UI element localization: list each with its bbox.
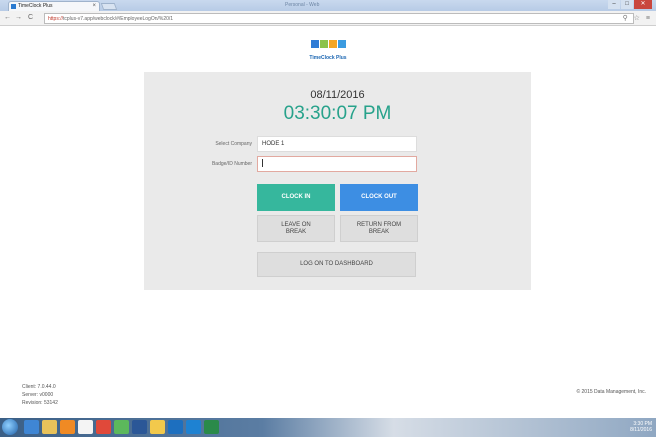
leave-on-break-label: LEAVE ON BREAK [281,221,311,235]
media-icon[interactable] [60,420,75,434]
badge-id-input[interactable] [257,156,417,172]
clock-panel: 08/11/2016 03:30:07 PM Select Company HO… [144,72,531,290]
return-from-break-button[interactable]: RETURN FROM BREAK [340,215,418,242]
explorer-icon[interactable] [42,420,57,434]
chrome-icon[interactable] [96,420,111,434]
new-tab-button[interactable] [100,3,118,10]
excel-icon[interactable] [204,420,219,434]
tab-title: TimeClock Plus [18,3,53,9]
leave-on-break-button[interactable]: LEAVE ON BREAK [257,215,335,242]
browser-toolbar: ← → C https://tcplus-v7.app/webclock/#/E… [0,11,656,26]
url-path: tcplus-v7.app/webclock/#/EmployeeLogOn/%… [63,16,174,22]
timeclock-logo: TimeClock Plus [0,35,656,61]
return-from-break-label: RETURN FROM BREAK [356,221,402,235]
browser-menu-icons[interactable]: ⚲ ☆ ≡ [623,14,652,22]
clock-out-button[interactable]: CLOCK OUT [340,184,418,211]
reload-button[interactable]: C [28,14,33,21]
company-value: HODE 1 [262,141,285,147]
maximize-button[interactable]: □ [621,0,633,9]
company-label: Select Company [215,141,252,147]
outlook-icon[interactable] [168,420,183,434]
copyright: © 2015 Data Management, Inc. [576,389,646,395]
server-version: Server: v0000 [22,392,54,398]
window-controls: – □ ✕ [608,0,652,9]
current-date: 08/11/2016 [310,89,365,101]
lync-icon[interactable] [186,420,201,434]
close-window-button[interactable]: ✕ [634,0,652,9]
revision-number: Revision: 53142 [22,400,58,406]
text-cursor [262,159,263,168]
log-on-dashboard-button[interactable]: LOG ON TO DASHBOARD [257,252,416,277]
url-protocol: https:// [48,16,64,22]
minimize-button[interactable]: – [608,0,620,9]
timeclock-favicon-icon [11,4,16,9]
start-button-icon[interactable] [2,419,18,435]
app-icon[interactable] [114,420,129,434]
ie-icon[interactable] [24,420,39,434]
word-icon[interactable] [132,420,147,434]
system-tray-clock[interactable]: 3:30 PM 8/11/2016 [630,421,652,433]
company-select[interactable]: HODE 1 [257,136,417,152]
paint-icon[interactable] [78,420,93,434]
logo-text: TimeClock Plus [309,55,347,61]
client-version: Client: 7.0.44.0 [22,384,56,390]
logo-mark-icon [310,40,346,48]
back-button[interactable]: ← [4,14,11,21]
browser-titlebar: TimeClock Plus × Personal - Web – □ ✕ [0,0,656,11]
window-title: Personal - Web [285,2,320,8]
badge-label: Badge/ID Number [211,161,252,167]
address-bar[interactable]: https://tcplus-v7.app/webclock/#/Employe… [44,13,634,24]
windows-taskbar: 3:30 PM 8/11/2016 [0,418,656,437]
version-info: Client: 7.0.44.0 Server: v0000 Revision:… [22,383,58,407]
folder-icon[interactable] [150,420,165,434]
current-time: 03:30:07 PM [283,103,392,124]
clock-in-button[interactable]: CLOCK IN [257,184,335,211]
forward-button[interactable]: → [15,14,22,21]
tab-close-icon[interactable]: × [92,2,96,11]
tray-date: 8/11/2016 [630,427,652,433]
browser-tab[interactable]: TimeClock Plus × [8,1,100,11]
